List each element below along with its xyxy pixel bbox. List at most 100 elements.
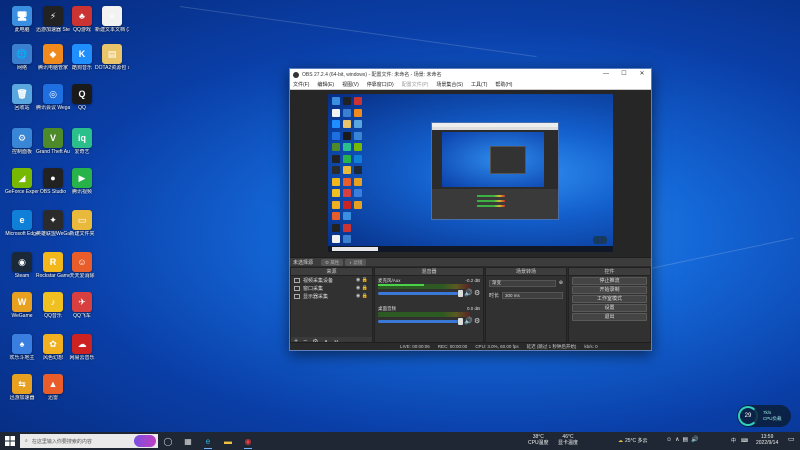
volume-icon[interactable]: 🔊 (691, 437, 701, 443)
menu-help[interactable]: 帮助(H) (495, 81, 512, 88)
task-view-icon[interactable]: ◯ (158, 432, 178, 450)
obs-window-title: OBS 27.2.4 (64-bit, windows) - 配置文件: 未命名… (302, 72, 442, 78)
source-item[interactable]: 视频采集设备 ◉ 🔒 (291, 276, 372, 284)
source-item[interactable]: 显示器采集 ◉ 🔒 (291, 292, 372, 300)
exit-button[interactable]: 退出 (572, 313, 647, 321)
fader-handle[interactable] (458, 290, 463, 297)
menu-view[interactable]: 视图(V) (342, 81, 359, 88)
obs-window[interactable]: OBS 27.2.4 (64-bit, windows) - 配置文件: 未命名… (289, 68, 652, 351)
source-item[interactable]: 窗口采集 ◉ 🔒 (291, 284, 372, 292)
desktop-icon[interactable]: ▲ 迅雷 (37, 374, 69, 410)
desktop-icon-label: 新建文件夹 (69, 231, 95, 237)
maximize-button[interactable]: ☐ (615, 69, 633, 80)
desktop-icon[interactable]: 🗑 回收站 (6, 84, 38, 120)
volume-fader[interactable] (378, 292, 458, 295)
close-button[interactable]: ✕ (633, 69, 651, 80)
desktop-icon-label: WeGame (11, 313, 33, 319)
preview-desktop-icon (354, 166, 362, 174)
person-icon[interactable]: ☺ (666, 437, 675, 443)
controls-dock: 控件 停止推流 开始录制 工作室模式 设置 退出 (568, 267, 651, 347)
live-status: LIVE: 00:00:06 (400, 344, 430, 349)
transition-select[interactable]: 渐变 (489, 279, 556, 287)
gear-icon[interactable]: ⚙ (474, 317, 480, 325)
eye-icon[interactable]: ◉ 🔒 (356, 285, 368, 291)
filters-button[interactable]: ◐ 滤镜 (345, 258, 367, 266)
notification-icon[interactable]: ▭ (788, 436, 795, 443)
desktop-icon[interactable]: ⚙ 控制面板 (6, 128, 38, 164)
file-explorer-icon[interactable]: ▬ (218, 432, 238, 450)
eye-icon[interactable]: ◉ 🔒 (356, 293, 368, 299)
desktop-icon[interactable]: ⇆ 迅游加速器 (6, 374, 38, 410)
edge-taskbar-icon[interactable]: e (198, 432, 218, 450)
desktop-icon[interactable]: ◢GeForce Experience (5, 168, 39, 204)
desktop-icon[interactable]: ◆ 腾讯电脑管家 (37, 44, 69, 80)
desktop-icon[interactable]: ♣ QQ游戏 (66, 6, 98, 42)
desktop-icon[interactable]: 🌐 网络 (6, 44, 38, 80)
studio-mode-button[interactable]: 工作室模式 (572, 295, 647, 303)
preview-desktop-icon (354, 131, 362, 140)
speaker-icon[interactable]: 🔊 (464, 289, 473, 297)
desktop-icon[interactable]: ● OBS Studio (37, 168, 69, 204)
desktop-icon[interactable]: ⚡迅游加速器 SteamDeck (36, 6, 70, 42)
menu-tools[interactable]: 工具(T) (471, 81, 487, 88)
desktop-icon[interactable]: RRockstar Games Launcher (36, 252, 70, 288)
desktop-icon[interactable]: 🖥 此电脑 (6, 6, 38, 42)
desktop-icon[interactable]: ◉ Steam (6, 252, 38, 288)
desktop-icon[interactable]: ≡新建文本文档 (3).txt (95, 6, 129, 42)
desktop-icon[interactable]: ✿ 风色幻想 (37, 334, 69, 370)
duration-input[interactable]: 300 ms (502, 291, 563, 299)
network-icon[interactable]: ▤ (683, 437, 692, 443)
desktop-icon[interactable]: VGrand Theft Auto V (36, 128, 70, 164)
eye-icon[interactable]: ◉ 🔒 (356, 277, 368, 283)
preview-desktop-icon (343, 189, 351, 197)
desktop-icon[interactable]: Q QQ (66, 84, 98, 120)
obs-taskbar-icon[interactable]: ◉ (238, 432, 258, 450)
minimize-button[interactable]: — (597, 69, 615, 80)
app-icon: ⚙ (12, 128, 32, 148)
desktop-icon[interactable]: ♠ 欢乐斗地主 (6, 334, 38, 370)
task-view-windows-icon[interactable]: ▦ (178, 432, 198, 450)
cpu-load-widget[interactable]: 29 7k/s CPU负载 (737, 405, 791, 427)
start-recording-button[interactable]: 开始录制 (572, 286, 647, 294)
preview-desktop-icon (332, 97, 340, 105)
desktop-icon[interactable]: ▶ 腾讯视频 (66, 168, 98, 204)
transitions-dock-title: 场景转场 (486, 268, 566, 276)
settings-button[interactable]: 设置 (572, 304, 647, 312)
desktop-icon-label: 酷狗音乐 (71, 65, 92, 71)
app-icon: R (43, 252, 63, 272)
menu-profile[interactable]: 配置文件(P) (402, 81, 429, 88)
add-icon[interactable]: ⊕ (559, 280, 563, 286)
menu-file[interactable]: 文件(F) (293, 81, 309, 88)
desktop-icon[interactable]: ◎腾讯会议 Wegame (36, 84, 70, 120)
menu-edit[interactable]: 编辑(E) (317, 81, 334, 88)
desktop-icon[interactable]: K 酷狗音乐 (66, 44, 98, 80)
menu-docks[interactable]: 停靠窗口(D) (367, 81, 394, 88)
stop-streaming-button[interactable]: 停止推流 (572, 277, 647, 285)
weather-widget[interactable]: ☁ 25°C 多云 (618, 438, 648, 444)
desktop-icon[interactable]: W WeGame (6, 292, 38, 328)
volume-fader[interactable] (378, 320, 458, 323)
properties-button[interactable]: ⚙ 属性 (321, 258, 344, 266)
gear-icon[interactable]: ⚙ (474, 289, 480, 297)
tray-icons[interactable]: ☺∧▤🔊 (666, 437, 702, 443)
chevron-up-icon[interactable]: ∧ (675, 437, 682, 443)
taskbar-search-box[interactable]: ⌕ 在这里输入你要搜索的内容 (20, 434, 158, 448)
desktop-icon[interactable]: ✦英雄联盟WeGame版 (36, 210, 70, 246)
desktop-icon[interactable]: ☁ 网易云音乐 (66, 334, 98, 370)
obs-titlebar[interactable]: OBS 27.2.4 (64-bit, windows) - 配置文件: 未命名… (290, 69, 651, 80)
desktop-icon[interactable]: ☺ 天天爱消除 (66, 252, 98, 288)
fader-handle[interactable] (458, 318, 463, 325)
ime-indicator[interactable]: 中 (731, 438, 736, 444)
start-button[interactable] (0, 432, 20, 450)
speaker-icon[interactable]: 🔊 (464, 317, 473, 325)
desktop-icon[interactable]: ▭ 新建文件夹 (66, 210, 98, 246)
desktop-icon[interactable]: ✈ QQ飞车 (66, 292, 98, 328)
menu-scene-collection[interactable]: 场景集合(S) (436, 81, 463, 88)
keyboard-icon[interactable]: ⌨ (741, 438, 748, 444)
desktop-icon[interactable]: ♪ QQ音乐 (37, 292, 69, 328)
obs-preview[interactable] (290, 90, 651, 257)
clock[interactable]: 13:59 2022/9/14 (756, 434, 778, 446)
desktop-icon[interactable]: iq 爱奇艺 (66, 128, 98, 164)
desktop-icon[interactable]: e Microsoft Edge (5, 210, 39, 246)
desktop-icon[interactable]: ▤DOTA2资源包 x86 (95, 44, 129, 80)
